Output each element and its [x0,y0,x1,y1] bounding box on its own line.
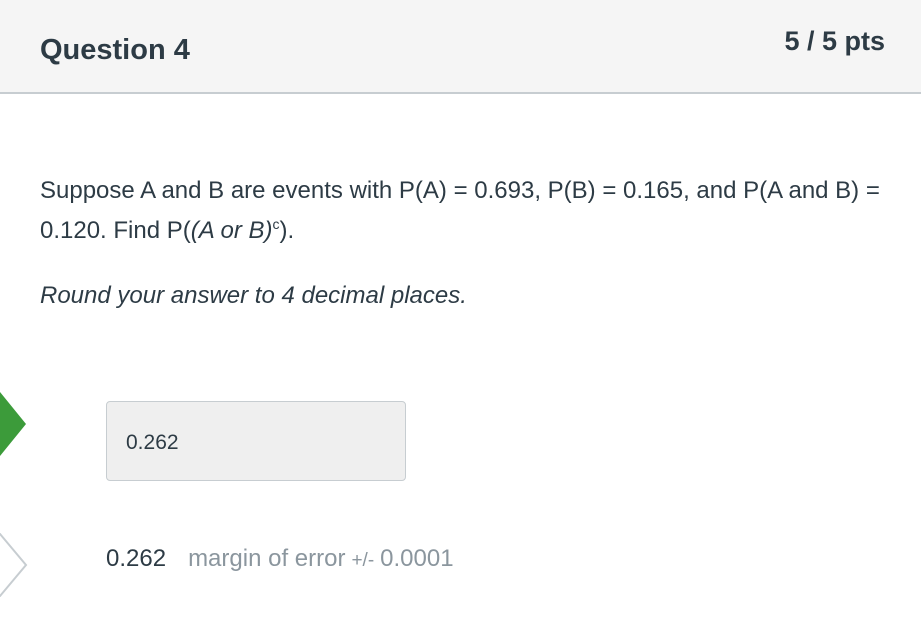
question-text-part1: Suppose A and B are events with P(A) = 0… [40,177,880,244]
question-header: Question 4 5 / 5 pts [0,0,921,94]
question-instruction: Round your answer to 4 decimal places. [40,282,467,309]
expected-answer-row: 0.262 margin of error +/- 0.0001 [106,545,454,573]
correct-answer-marker-icon [0,392,26,456]
submitted-answer-value: 0.262 [126,431,179,454]
question-points: 5 / 5 pts [784,26,885,56]
expected-answer-marker-icon [0,533,28,597]
margin-of-error-label: margin of error [188,545,346,572]
question-text-italic: (A or B) [190,217,273,244]
margin-of-error-value: 0.0001 [380,545,454,572]
correct-marker-shape [0,392,26,456]
question-text-part2: ). [279,217,295,244]
expected-answer-value: 0.262 [106,545,167,572]
question-text: Suppose A and B are events with P(A) = 0… [40,171,880,251]
expected-marker-shape [0,533,28,597]
submitted-answer-box: 0.262 [106,401,406,481]
question-title: Question 4 [40,34,190,66]
question-text-superscript: c [272,216,280,232]
margin-of-error-sign: +/- [351,550,375,571]
